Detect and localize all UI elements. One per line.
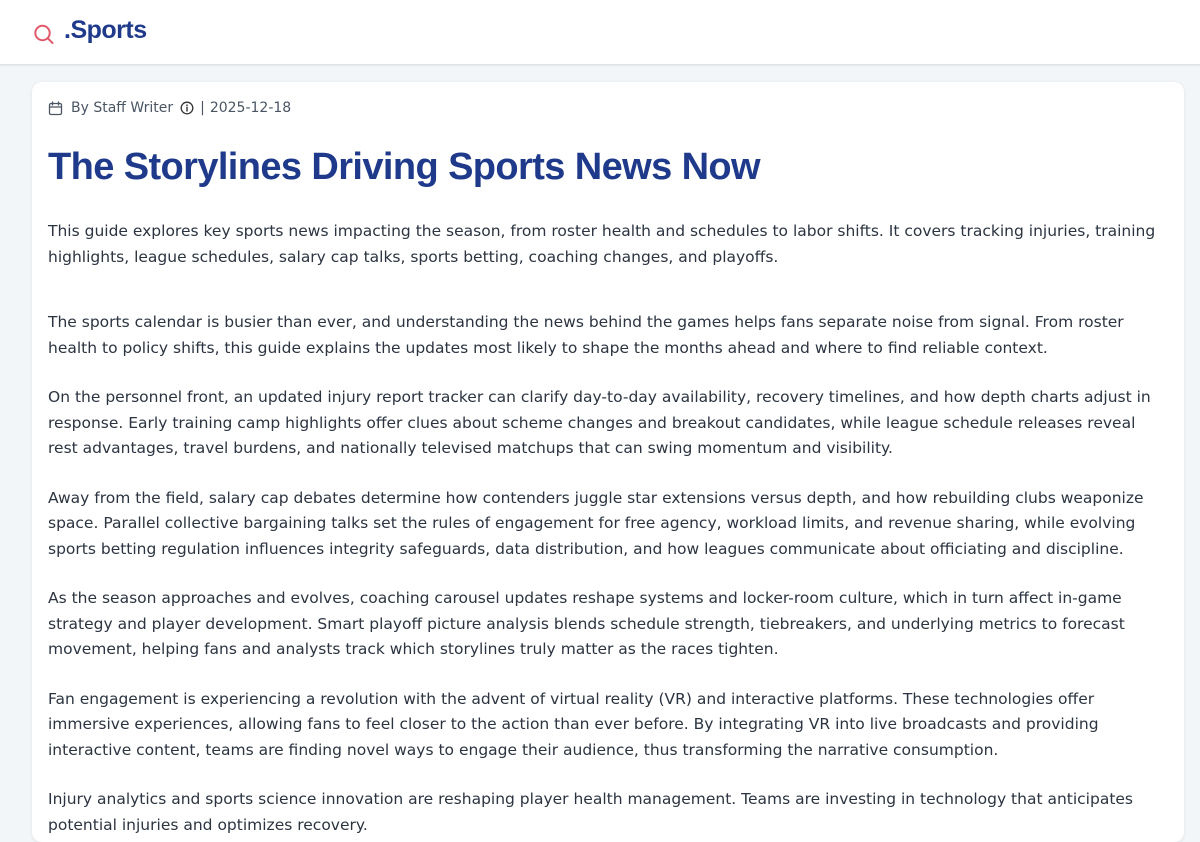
article-body: This guide explores key sports news impa… (48, 219, 1168, 842)
publish-date: 2025-12-18 (209, 100, 292, 116)
top-nav-bar: .Sports (0, 0, 1200, 65)
article-paragraph: Away from the field, salary cap debates … (48, 488, 1144, 558)
info-icon[interactable] (180, 101, 194, 115)
meta-separator: | (200, 100, 205, 116)
article-title: The Storylines Driving Sports News Now (48, 146, 761, 188)
article-paragraph: Injury analytics and sports science inno… (48, 790, 1134, 834)
article-meta: By Staff Writer | 2025-12-18 (48, 98, 291, 118)
article-paragraph: As the season approaches and evolves, co… (48, 589, 1125, 658)
article-paragraph: The sports calendar is busier than ever,… (48, 313, 1124, 357)
article-paragraph: Fan engagement is experiencing a revolut… (48, 689, 1099, 759)
byline: By Staff Writer (71, 100, 174, 116)
article-paragraph: On the personnel front, an updated injur… (48, 388, 1151, 457)
article-card: By Staff Writer | 2025-12-18 The Storyli… (32, 82, 1184, 842)
calendar-icon (48, 100, 63, 116)
site-logo[interactable]: .Sports (64, 16, 147, 45)
search-icon[interactable] (33, 23, 55, 45)
article-summary: This guide explores key sports news impa… (48, 222, 1156, 266)
